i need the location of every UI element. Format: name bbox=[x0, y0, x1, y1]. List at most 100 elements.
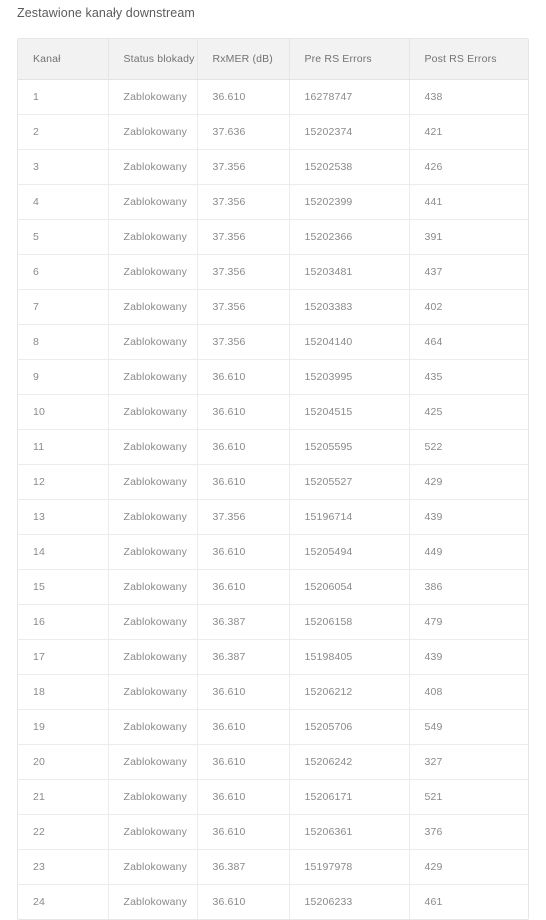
table-row: 9 Zablokowany 36.610 15203995 435 bbox=[18, 359, 528, 395]
cell-post_rs: 429 bbox=[409, 849, 528, 885]
cell-pre_rs: 15204515 bbox=[289, 394, 410, 430]
cell-status: Zablokowany bbox=[108, 79, 198, 115]
cell-pre_rs: 15202538 bbox=[289, 149, 410, 185]
column-header-status[interactable]: Status blokady bbox=[108, 39, 198, 80]
cell-rxmer: 37.356 bbox=[197, 324, 290, 360]
cell-pre_rs: 15205494 bbox=[289, 534, 410, 570]
cell-status: Zablokowany bbox=[108, 814, 198, 850]
table-row: 1 Zablokowany 36.610 16278747 438 bbox=[18, 79, 528, 115]
cell-rxmer: 37.356 bbox=[197, 184, 290, 220]
cell-status: Zablokowany bbox=[108, 464, 198, 500]
table-row: 5 Zablokowany 37.356 15202366 391 bbox=[18, 219, 528, 255]
table-row: 7 Zablokowany 37.356 15203383 402 bbox=[18, 289, 528, 325]
column-header-channel[interactable]: Kanał bbox=[18, 39, 109, 80]
cell-rxmer: 36.610 bbox=[197, 79, 290, 115]
cell-status: Zablokowany bbox=[108, 429, 198, 465]
cell-rxmer: 37.356 bbox=[197, 149, 290, 185]
column-header-post_rs[interactable]: Post RS Errors bbox=[409, 39, 528, 80]
cell-post_rs: 464 bbox=[409, 324, 528, 360]
cell-status: Zablokowany bbox=[108, 254, 198, 290]
cell-channel: 23 bbox=[18, 849, 109, 885]
cell-rxmer: 36.610 bbox=[197, 884, 290, 919]
cell-rxmer: 36.610 bbox=[197, 674, 290, 710]
cell-rxmer: 36.610 bbox=[197, 394, 290, 430]
cell-post_rs: 421 bbox=[409, 114, 528, 150]
column-header-pre_rs[interactable]: Pre RS Errors bbox=[289, 39, 410, 80]
column-header-rxmer[interactable]: RxMER (dB) bbox=[197, 39, 290, 80]
cell-pre_rs: 15204140 bbox=[289, 324, 410, 360]
cell-status: Zablokowany bbox=[108, 744, 198, 780]
cell-channel: 22 bbox=[18, 814, 109, 850]
cell-post_rs: 437 bbox=[409, 254, 528, 290]
cell-rxmer: 36.610 bbox=[197, 429, 290, 465]
cell-pre_rs: 15198405 bbox=[289, 639, 410, 675]
cell-pre_rs: 15206233 bbox=[289, 884, 410, 919]
table-row: 21 Zablokowany 36.610 15206171 521 bbox=[18, 779, 528, 815]
cell-pre_rs: 15206361 bbox=[289, 814, 410, 850]
cell-channel: 12 bbox=[18, 464, 109, 500]
table-row: 13 Zablokowany 37.356 15196714 439 bbox=[18, 499, 528, 535]
cell-pre_rs: 15206054 bbox=[289, 569, 410, 605]
cell-rxmer: 36.610 bbox=[197, 709, 290, 745]
cell-channel: 10 bbox=[18, 394, 109, 430]
table-row: 11 Zablokowany 36.610 15205595 522 bbox=[18, 429, 528, 465]
table-header: Kanał Status blokady RxMER (dB) Pre RS Erro… bbox=[18, 39, 528, 80]
cell-rxmer: 37.356 bbox=[197, 289, 290, 325]
cell-channel: 1 bbox=[18, 79, 109, 115]
cell-pre_rs: 15197978 bbox=[289, 849, 410, 885]
cell-channel: 9 bbox=[18, 359, 109, 395]
cell-status: Zablokowany bbox=[108, 709, 198, 745]
cell-rxmer: 36.610 bbox=[197, 359, 290, 395]
downstream-channels-table-container: Kanał Status blokady RxMER (dB) Pre RS Erro… bbox=[17, 38, 529, 920]
cell-status: Zablokowany bbox=[108, 779, 198, 815]
table-row: 19 Zablokowany 36.610 15205706 549 bbox=[18, 709, 528, 745]
cell-status: Zablokowany bbox=[108, 219, 198, 255]
table-row: 16 Zablokowany 36.387 15206158 479 bbox=[18, 604, 528, 640]
table-row: 23 Zablokowany 36.387 15197978 429 bbox=[18, 849, 528, 885]
table-row: 22 Zablokowany 36.610 15206361 376 bbox=[18, 814, 528, 850]
cell-channel: 19 bbox=[18, 709, 109, 745]
cell-status: Zablokowany bbox=[108, 884, 198, 919]
cell-rxmer: 37.636 bbox=[197, 114, 290, 150]
cell-status: Zablokowany bbox=[108, 114, 198, 150]
cell-status: Zablokowany bbox=[108, 534, 198, 570]
table-row: 4 Zablokowany 37.356 15202399 441 bbox=[18, 184, 528, 220]
cell-status: Zablokowany bbox=[108, 289, 198, 325]
cell-post_rs: 479 bbox=[409, 604, 528, 640]
cell-post_rs: 521 bbox=[409, 779, 528, 815]
cell-channel: 17 bbox=[18, 639, 109, 675]
cell-channel: 11 bbox=[18, 429, 109, 465]
cell-rxmer: 36.610 bbox=[197, 779, 290, 815]
cell-status: Zablokowany bbox=[108, 569, 198, 605]
cell-rxmer: 36.610 bbox=[197, 569, 290, 605]
cell-pre_rs: 15202366 bbox=[289, 219, 410, 255]
cell-status: Zablokowany bbox=[108, 604, 198, 640]
cell-post_rs: 461 bbox=[409, 884, 528, 919]
cell-channel: 5 bbox=[18, 219, 109, 255]
cell-channel: 15 bbox=[18, 569, 109, 605]
table-row: 24 Zablokowany 36.610 15206233 461 bbox=[18, 884, 528, 919]
cell-post_rs: 425 bbox=[409, 394, 528, 430]
table-row: 6 Zablokowany 37.356 15203481 437 bbox=[18, 254, 528, 290]
cell-pre_rs: 15203383 bbox=[289, 289, 410, 325]
downstream-channels-page: Zestawione kanały downstream Kanał Status… bbox=[0, 0, 546, 920]
cell-rxmer: 37.356 bbox=[197, 219, 290, 255]
cell-status: Zablokowany bbox=[108, 639, 198, 675]
cell-channel: 13 bbox=[18, 499, 109, 535]
cell-post_rs: 549 bbox=[409, 709, 528, 745]
cell-status: Zablokowany bbox=[108, 674, 198, 710]
cell-post_rs: 408 bbox=[409, 674, 528, 710]
cell-channel: 18 bbox=[18, 674, 109, 710]
cell-post_rs: 391 bbox=[409, 219, 528, 255]
cell-pre_rs: 16278747 bbox=[289, 79, 410, 115]
cell-status: Zablokowany bbox=[108, 499, 198, 535]
cell-post_rs: 435 bbox=[409, 359, 528, 395]
table-row: 14 Zablokowany 36.610 15205494 449 bbox=[18, 534, 528, 570]
cell-post_rs: 449 bbox=[409, 534, 528, 570]
cell-channel: 20 bbox=[18, 744, 109, 780]
cell-pre_rs: 15202399 bbox=[289, 184, 410, 220]
cell-rxmer: 36.387 bbox=[197, 604, 290, 640]
cell-channel: 7 bbox=[18, 289, 109, 325]
cell-post_rs: 386 bbox=[409, 569, 528, 605]
cell-channel: 14 bbox=[18, 534, 109, 570]
